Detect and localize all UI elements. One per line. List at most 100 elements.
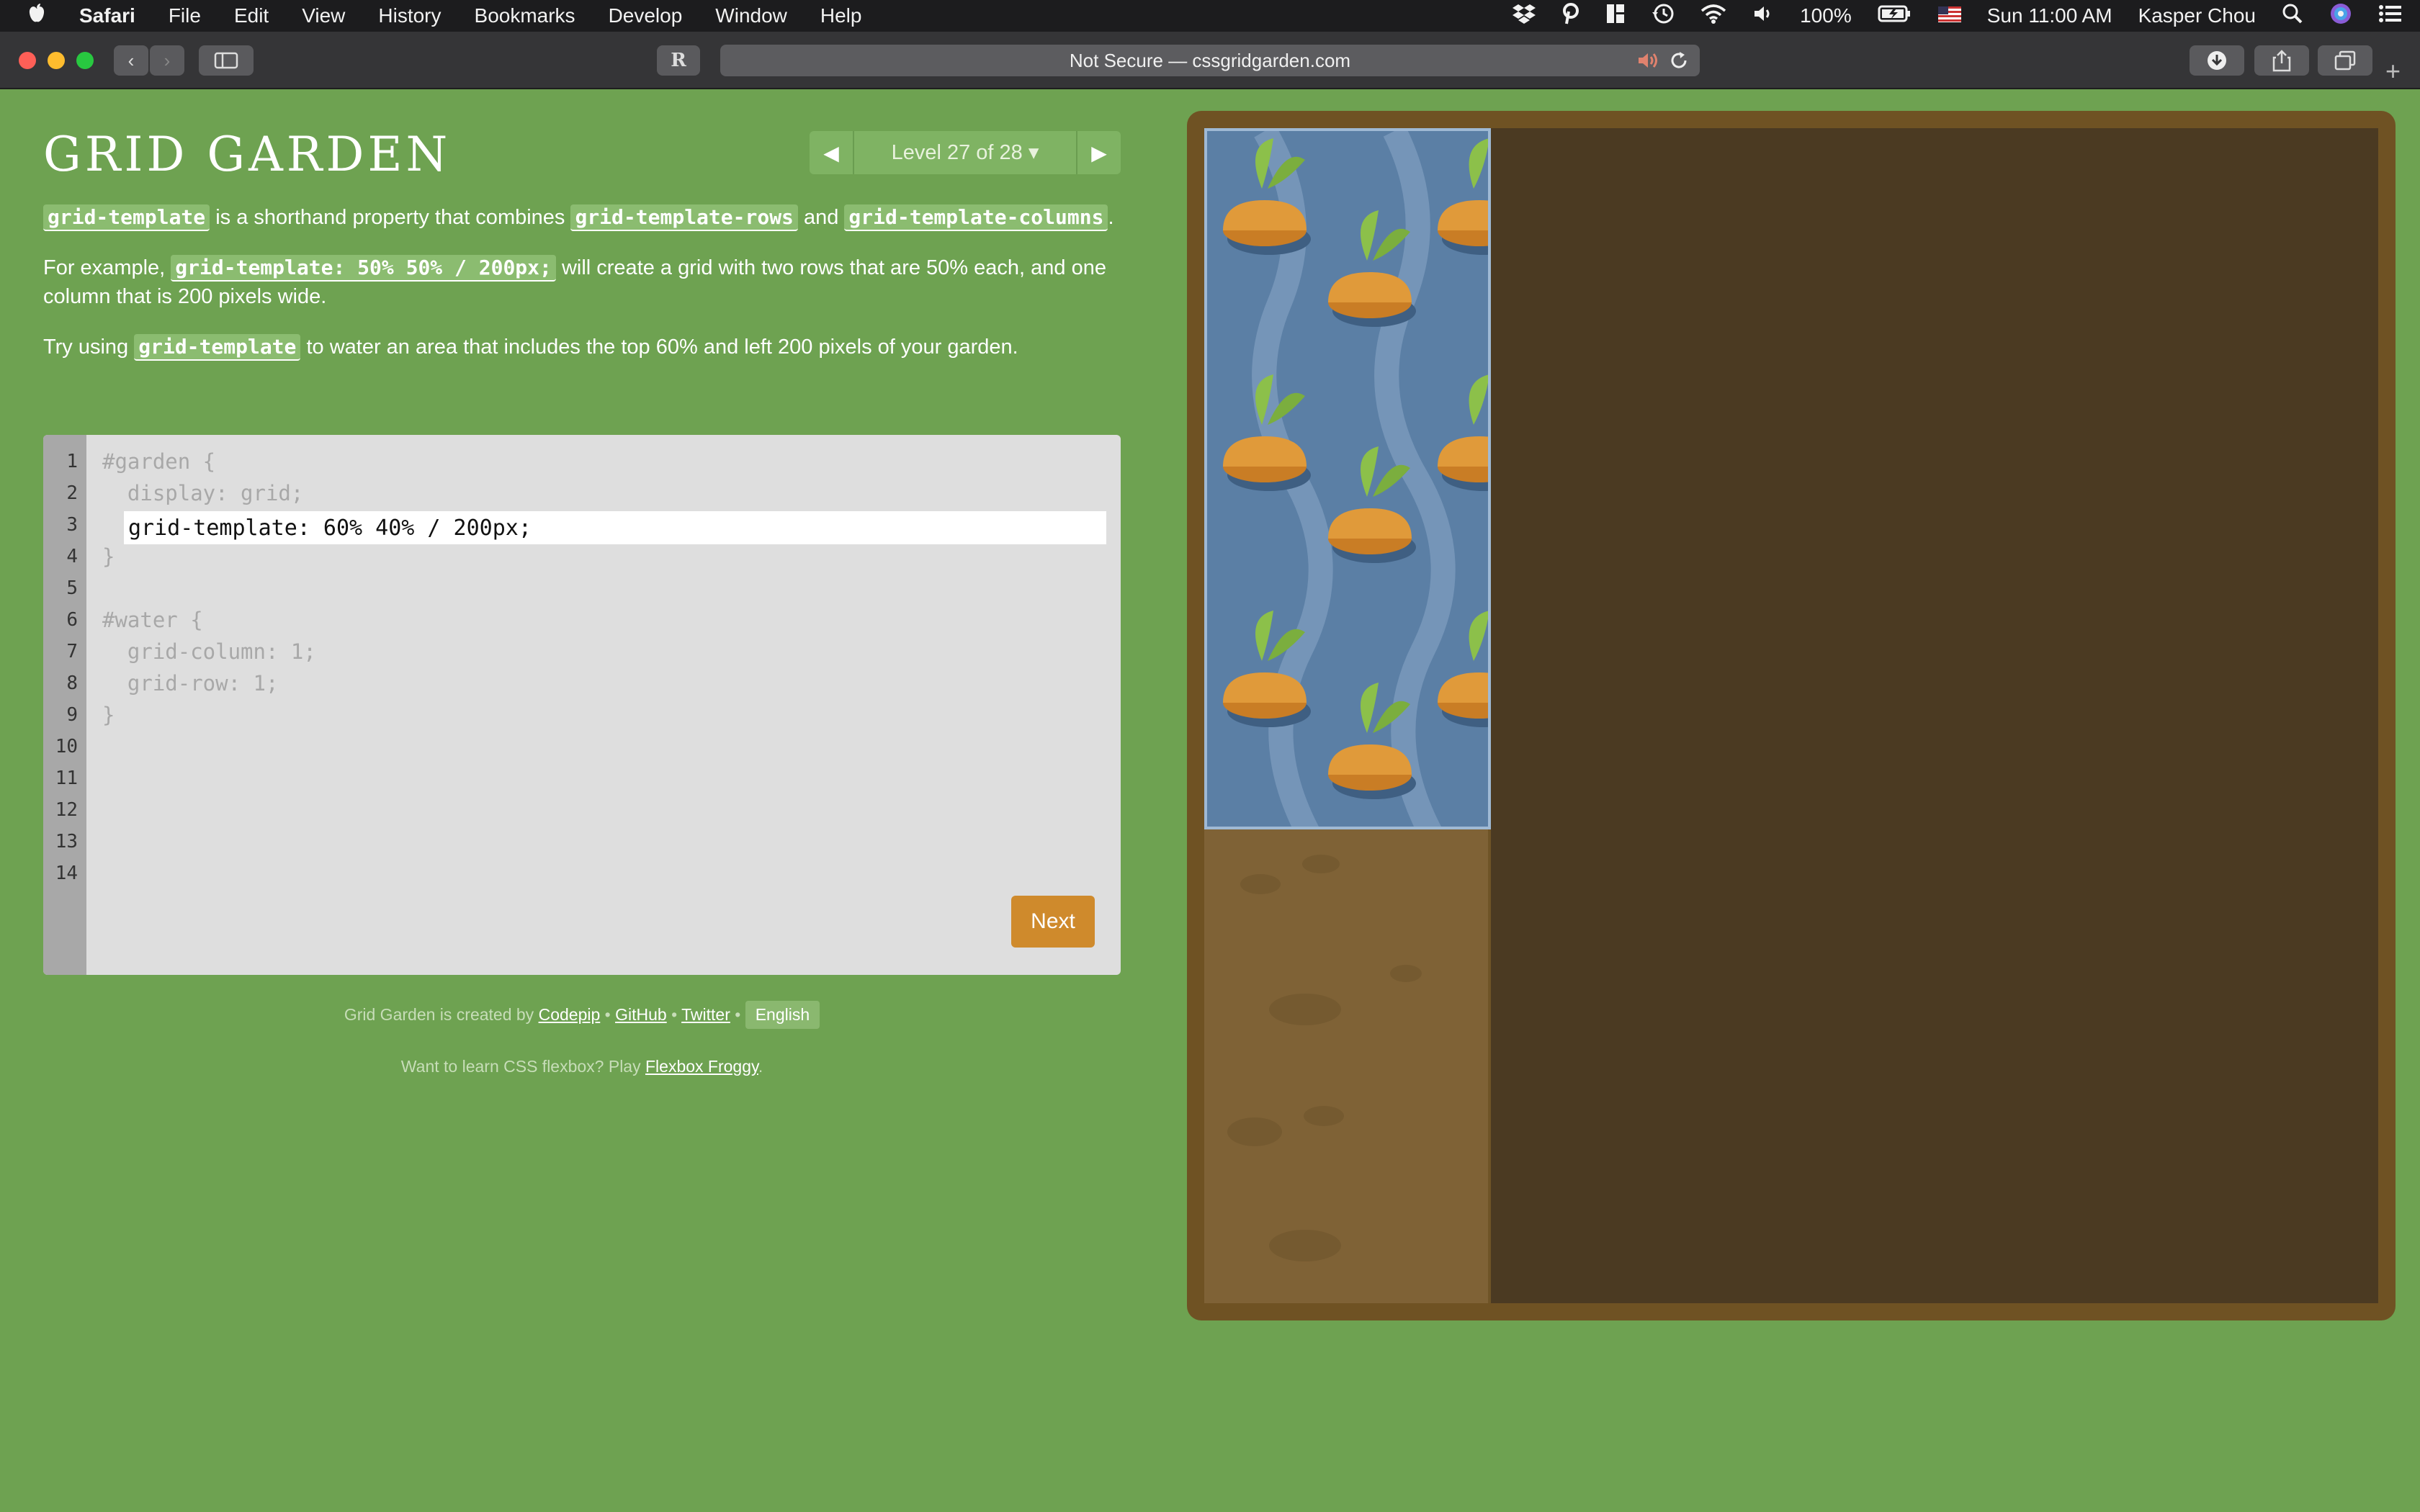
codepip-link[interactable]: Codepip xyxy=(539,1005,601,1024)
line-number: 5 xyxy=(66,577,78,599)
next-button[interactable]: Next xyxy=(1011,896,1095,948)
soil-texture xyxy=(1227,855,1422,1261)
instruction-paragraph-3: Try using grid-template to water an area… xyxy=(43,333,1124,361)
line-number: 11 xyxy=(55,768,78,789)
line-number: 4 xyxy=(66,546,78,567)
flexbox-froggy-link[interactable]: Flexbox Froggy xyxy=(645,1057,758,1076)
carrot-icon xyxy=(1438,611,1488,727)
sidebar-button[interactable] xyxy=(199,45,254,76)
line-number: 10 xyxy=(55,736,78,757)
code-term: grid-template-rows xyxy=(570,204,798,231)
volume-icon[interactable] xyxy=(1752,3,1774,30)
code-line-display: display: grid; xyxy=(102,481,304,505)
menu-develop[interactable]: Develop xyxy=(609,4,683,27)
tabs-icon xyxy=(2334,50,2356,71)
chevron-right-icon: › xyxy=(163,49,171,71)
siri-icon[interactable] xyxy=(2329,2,2352,30)
line-number: 9 xyxy=(66,704,78,726)
code-example: grid-template: 50% 50% / 200px; xyxy=(171,255,556,282)
triangle-left-icon: ◀ xyxy=(823,141,839,164)
spotlight-search-icon[interactable] xyxy=(2282,3,2303,30)
menu-file[interactable]: File xyxy=(169,4,201,27)
wifi-icon[interactable] xyxy=(1700,3,1726,30)
sidebar-icon xyxy=(214,52,238,69)
line-number: 6 xyxy=(66,609,78,631)
menu-window[interactable]: Window xyxy=(715,4,787,27)
us-flag-icon[interactable] xyxy=(1937,4,1961,27)
instruction-paragraph-2: For example, grid-template: 50% 50% / 20… xyxy=(43,253,1124,311)
separator: • xyxy=(600,1005,616,1024)
promo-text: Want to learn CSS flexbox? Play xyxy=(400,1057,645,1076)
menu-bar: Safari File Edit View History Bookmarks … xyxy=(0,0,2420,32)
battery-percent: 100% xyxy=(1800,4,1852,27)
twitter-link[interactable]: Twitter xyxy=(681,1005,730,1024)
code-line-close-brace: } xyxy=(102,703,115,727)
menu-history[interactable]: History xyxy=(378,4,441,27)
level-selector[interactable]: Level 27 of 28 ▾ xyxy=(853,131,1077,174)
downloads-button[interactable] xyxy=(2190,45,2244,76)
menu-edit[interactable]: Edit xyxy=(234,4,269,27)
instruction-text: to water an area that includes the top 6… xyxy=(300,336,1018,359)
triangle-right-icon: ▶ xyxy=(1091,141,1107,164)
next-level-button[interactable]: ▶ xyxy=(1077,131,1121,174)
carrot-icon xyxy=(1438,138,1488,255)
page-title: GRID GARDEN xyxy=(43,127,452,182)
line-number: 3 xyxy=(66,514,78,536)
pinterest-icon[interactable] xyxy=(1562,2,1579,30)
reload-icon[interactable] xyxy=(1668,50,1690,76)
time-machine-icon[interactable] xyxy=(1652,3,1675,30)
chevron-left-icon: ‹ xyxy=(127,49,135,71)
browser-toolbar: ‹ › R Not Secure — cssgridgarden.com + xyxy=(0,32,2420,89)
minimize-window-button[interactable] xyxy=(48,52,65,69)
forward-button[interactable]: › xyxy=(150,45,184,76)
line-number: 7 xyxy=(66,641,78,662)
instruction-paragraph-1: grid-template is a shorthand property th… xyxy=(43,203,1124,232)
code-line-close-brace: } xyxy=(102,544,115,569)
magnet-icon[interactable] xyxy=(1605,3,1626,30)
instructions: grid-template is a shorthand property th… xyxy=(43,203,1124,383)
previous-level-button[interactable]: ◀ xyxy=(810,131,853,174)
code-term: grid-template xyxy=(43,204,210,231)
user-name[interactable]: Kasper Chou xyxy=(2138,4,2256,27)
line-number: 13 xyxy=(55,831,78,852)
tab-overview-button[interactable] xyxy=(2318,45,2372,76)
new-tab-plus-icon[interactable]: + xyxy=(2385,56,2401,86)
line-number: 14 xyxy=(55,863,78,884)
audio-playing-icon[interactable] xyxy=(1636,50,1659,76)
apple-icon[interactable] xyxy=(27,3,46,30)
battery-icon[interactable] xyxy=(1878,4,1912,28)
promo-text: . xyxy=(758,1057,763,1076)
reader-extension-button[interactable]: R xyxy=(657,45,700,76)
menu-view[interactable]: View xyxy=(302,4,345,27)
code-term: grid-template-columns xyxy=(844,204,1108,231)
instruction-text: Try using xyxy=(43,336,135,359)
zoom-window-button[interactable] xyxy=(76,52,94,69)
credits: Grid Garden is created by Codepip • GitH… xyxy=(43,1001,1121,1029)
share-button[interactable] xyxy=(2254,45,2309,76)
github-link[interactable]: GitHub xyxy=(615,1005,667,1024)
instruction-text: . xyxy=(1108,206,1114,229)
instruction-text: and xyxy=(797,206,845,229)
address-bar[interactable]: Not Secure — cssgridgarden.com xyxy=(720,45,1700,76)
menu-bookmarks[interactable]: Bookmarks xyxy=(475,4,575,27)
notification-center-icon[interactable] xyxy=(2378,4,2401,29)
code-line-water-selector: #water { xyxy=(102,608,203,632)
share-icon xyxy=(2272,50,2291,72)
back-button[interactable]: ‹ xyxy=(114,45,148,76)
code-line-grid-column: grid-column: 1; xyxy=(102,639,316,664)
dropbox-icon[interactable] xyxy=(1512,3,1536,30)
download-icon xyxy=(2208,51,2226,70)
line-number: 2 xyxy=(66,482,78,504)
carrot-patch xyxy=(1223,131,1488,827)
credits-text: Grid Garden is created by xyxy=(344,1005,539,1024)
menu-app-safari[interactable]: Safari xyxy=(79,4,135,27)
css-input[interactable] xyxy=(124,511,1106,544)
close-window-button[interactable] xyxy=(19,52,36,69)
address-text: Not Secure — cssgridgarden.com xyxy=(1069,49,1351,71)
code-line-garden-selector: #garden { xyxy=(102,449,216,474)
separator: • xyxy=(666,1005,682,1024)
menu-help[interactable]: Help xyxy=(820,4,862,27)
language-selector[interactable]: English xyxy=(745,1001,820,1029)
clock[interactable]: Sun 11:00 AM xyxy=(1987,4,2112,27)
line-number: 12 xyxy=(55,799,78,821)
